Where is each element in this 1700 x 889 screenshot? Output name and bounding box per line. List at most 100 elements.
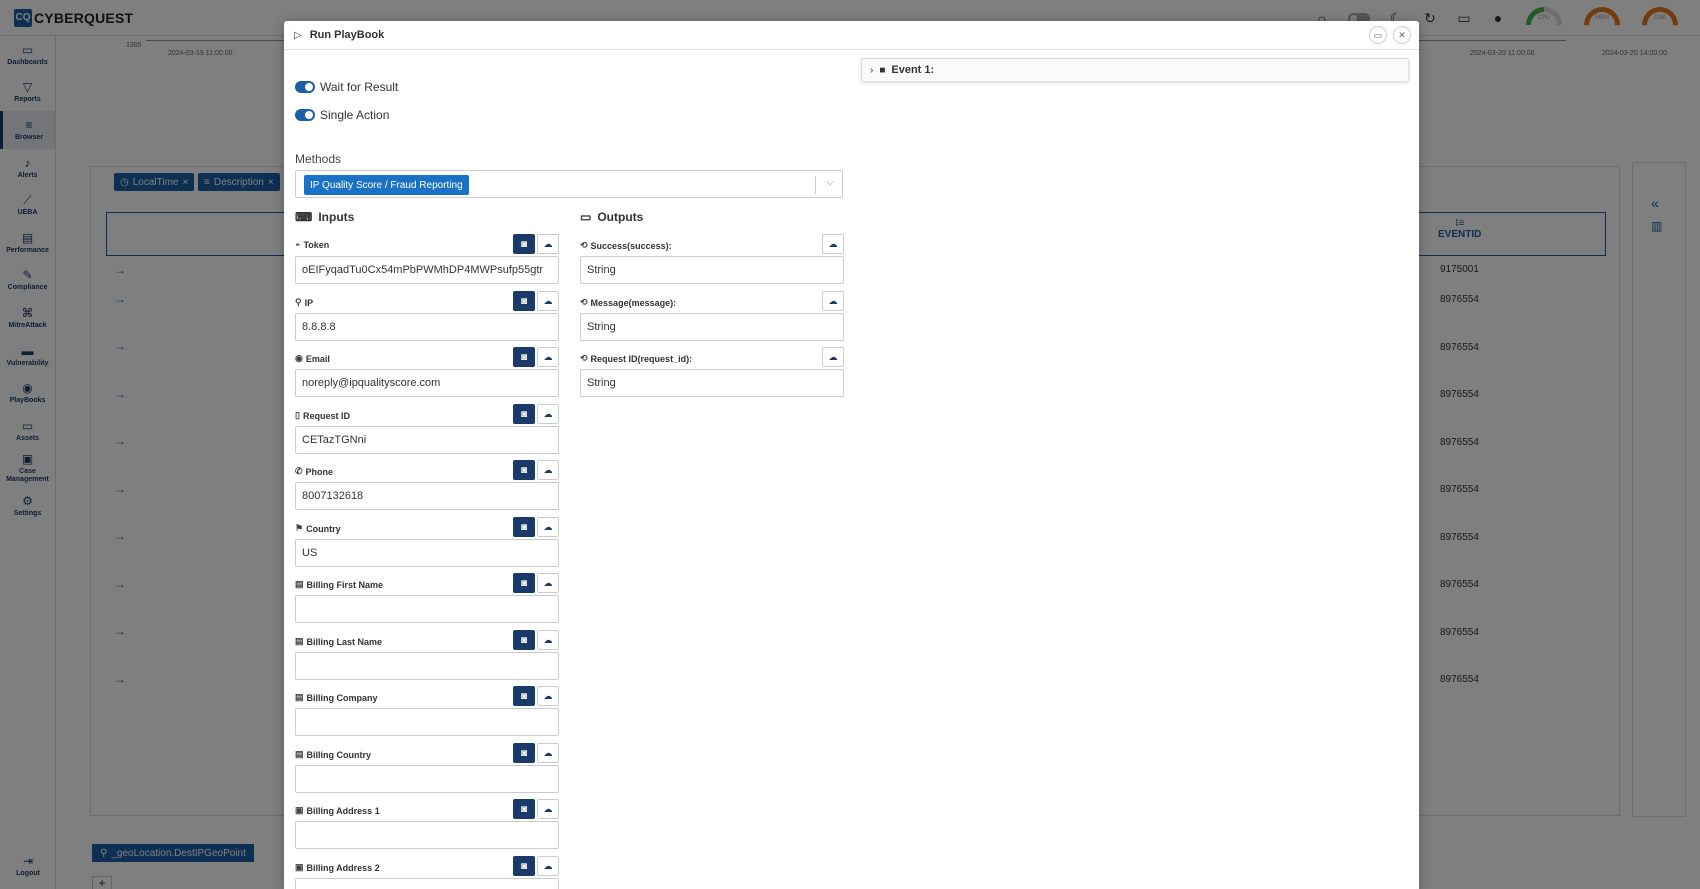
camera-icon: ◙ [520, 803, 528, 815]
field-label-text: Message(message): [590, 297, 677, 308]
close-button[interactable]: ✕ [1393, 26, 1411, 44]
token-icon: ◓ [295, 240, 301, 250]
input-field-billing-address-2: ▣ Billing Address 2 ◙ ☁ [295, 856, 559, 889]
monitor-icon: ▭ [580, 210, 592, 224]
cloud-button[interactable]: ☁ [537, 404, 559, 424]
camera-icon: ◙ [520, 521, 528, 533]
country-input[interactable] [295, 539, 559, 567]
camera-button[interactable]: ◙ [513, 347, 535, 367]
cloud-button[interactable]: ☁ [537, 630, 559, 650]
field-label: ✆ Phone [295, 466, 333, 477]
cloud-button[interactable]: ☁ [537, 460, 559, 480]
output-field-message: ⟲ Message(message): ☁ [580, 291, 844, 349]
single-action-row: Single Action [295, 108, 389, 122]
message-output[interactable] [580, 313, 844, 341]
camera-button[interactable]: ◙ [513, 404, 535, 424]
field-label: ▤ Billing Company [295, 692, 378, 703]
billing-last-name-input[interactable] [295, 652, 559, 680]
camera-icon: ◙ [520, 577, 528, 589]
cloud-button[interactable]: ☁ [537, 799, 559, 819]
billing-address-1-input[interactable] [295, 821, 559, 849]
events-column: › ■ Event 1: [861, 58, 1409, 82]
field-label-text: Billing Company [306, 692, 378, 703]
billing-first-name-input[interactable] [295, 595, 559, 623]
field-label: ▤ Billing First Name [295, 579, 383, 590]
camera-button[interactable]: ◙ [513, 799, 535, 819]
billing-address-2-input[interactable] [295, 878, 559, 889]
camera-button[interactable]: ◙ [513, 573, 535, 593]
cloud-icon: ☁ [543, 521, 553, 532]
phone-input[interactable] [295, 482, 559, 510]
cloud-icon: ☁ [828, 295, 838, 306]
playbook-form: Wait for Result Single Action Methods IP… [295, 50, 844, 889]
address-card-icon: ▣ [295, 805, 304, 815]
chevron-right-icon[interactable]: › [870, 65, 873, 76]
camera-button[interactable]: ◙ [513, 630, 535, 650]
request-id-input[interactable] [295, 426, 559, 454]
input-field-billing-address-1: ▣ Billing Address 1 ◙ ☁ [295, 799, 559, 857]
maximize-icon: ▭ [1373, 29, 1383, 40]
cloud-icon: ☁ [543, 634, 553, 645]
field-label-text: Billing First Name [306, 579, 384, 590]
wait-for-result-toggle[interactable] [295, 81, 315, 93]
camera-button[interactable]: ◙ [513, 743, 535, 763]
cloud-button[interactable]: ☁ [537, 291, 559, 311]
field-label: ◓ Token [295, 240, 329, 250]
modal-header: ▷ Run PlayBook ▭ ✕ [284, 21, 1419, 50]
cloud-button[interactable]: ☁ [822, 347, 844, 367]
inputs-title: Inputs [318, 210, 355, 224]
methods-select[interactable]: IP Quality Score / Fraud Reporting ⌵ [295, 170, 843, 198]
field-label: ▯ Request ID [295, 410, 350, 421]
close-icon: ✕ [1398, 29, 1406, 40]
modal-actions: ▭ ✕ [1369, 26, 1411, 44]
chevron-down-icon[interactable]: ⌵ [826, 177, 834, 188]
wait-for-result-label: Wait for Result [320, 80, 399, 94]
methods-label: Methods [295, 152, 342, 166]
cloud-button[interactable]: ☁ [537, 347, 559, 367]
cloud-icon: ☁ [543, 690, 553, 701]
maximize-button[interactable]: ▭ [1369, 26, 1387, 44]
cloud-button[interactable]: ☁ [537, 573, 559, 593]
field-label-text: Request ID [302, 410, 350, 421]
cloud-button[interactable]: ☁ [822, 291, 844, 311]
field-label-text: Request ID(request_id): [590, 353, 693, 364]
cloud-icon: ☁ [543, 408, 553, 419]
input-field-ip: ⚲ IP ◙ ☁ [295, 291, 559, 349]
cloud-button[interactable]: ☁ [537, 743, 559, 763]
token-input[interactable] [295, 256, 559, 284]
field-label-text: Success(success): [590, 240, 672, 251]
cloud-button[interactable]: ☁ [537, 517, 559, 537]
field-label: ▤ Billing Last Name [295, 636, 382, 647]
file-text-icon: ▤ [295, 579, 304, 589]
camera-button[interactable]: ◙ [513, 686, 535, 706]
method-tag[interactable]: IP Quality Score / Fraud Reporting [304, 175, 469, 195]
billing-company-input[interactable] [295, 708, 559, 736]
wait-for-result-row: Wait for Result [295, 80, 398, 94]
single-action-toggle[interactable] [295, 109, 315, 121]
document-icon: ▯ [295, 410, 300, 420]
camera-button[interactable]: ◙ [513, 234, 535, 254]
email-input[interactable] [295, 369, 559, 397]
cloud-button[interactable]: ☁ [537, 234, 559, 254]
cloud-button[interactable]: ☁ [822, 234, 844, 254]
camera-button[interactable]: ◙ [513, 460, 535, 480]
request-id-output[interactable] [580, 369, 844, 397]
camera-button[interactable]: ◙ [513, 856, 535, 876]
event-accordion-1[interactable]: › ■ Event 1: [861, 58, 1409, 82]
cloud-button[interactable]: ☁ [537, 686, 559, 706]
cloud-button[interactable]: ☁ [537, 856, 559, 876]
success-output[interactable] [580, 256, 844, 284]
camera-button[interactable]: ◙ [513, 291, 535, 311]
field-label: ⟲ Success(success): [580, 240, 672, 251]
link-icon: ⟲ [580, 297, 588, 307]
inputs-section-title: ⌨ Inputs [295, 210, 354, 224]
camera-button[interactable]: ◙ [513, 517, 535, 537]
field-label: ▤ Billing Country [295, 749, 371, 760]
phone-icon: ✆ [295, 466, 303, 476]
camera-icon: ◙ [520, 464, 528, 476]
folder-icon: ■ [879, 64, 886, 76]
billing-country-input[interactable] [295, 765, 559, 793]
ip-input[interactable] [295, 313, 559, 341]
field-label: ▣ Billing Address 2 [295, 862, 380, 873]
run-playbook-modal: ▷ Run PlayBook ▭ ✕ Wait for Result Singl… [284, 21, 1419, 889]
